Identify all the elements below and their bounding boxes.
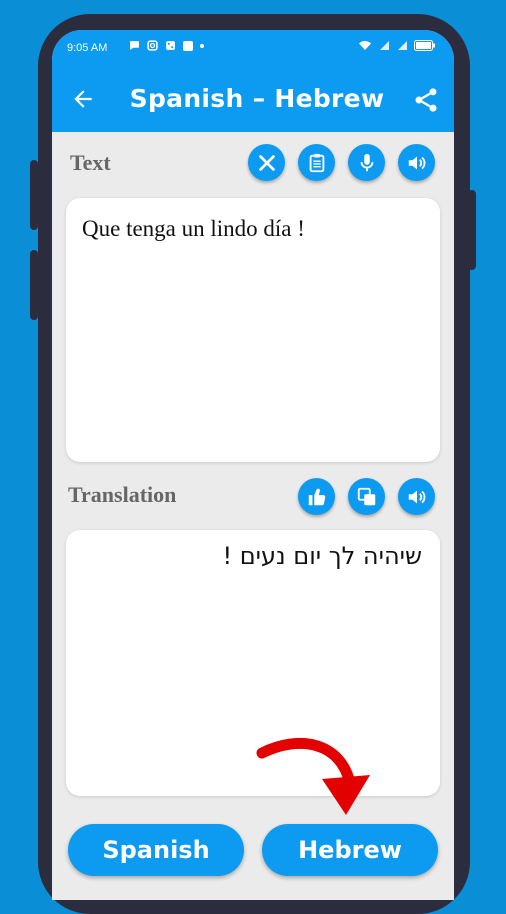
- paste-button[interactable]: [298, 144, 335, 181]
- signal-icon: [398, 41, 407, 50]
- source-language-button[interactable]: Spanish: [68, 824, 244, 876]
- instagram-icon: [147, 40, 158, 51]
- phone-side-button: [30, 250, 38, 320]
- clear-icon: [258, 154, 275, 171]
- clear-button[interactable]: [248, 144, 285, 181]
- wifi-icon: [359, 41, 371, 50]
- status-bar: 9:05 AM: [52, 30, 454, 68]
- page-title: Spanish – Hebrew: [129, 84, 385, 113]
- voice-input-button[interactable]: [348, 144, 385, 181]
- speaker-icon: [408, 156, 425, 169]
- share-icon[interactable]: [412, 86, 440, 114]
- source-section-label: Text: [70, 150, 111, 175]
- phone-side-button: [30, 160, 38, 230]
- back-arrow-icon[interactable]: [70, 86, 96, 112]
- source-text: Que tenga un lindo día !: [82, 216, 305, 241]
- status-time: 9:05 AM: [67, 42, 108, 54]
- source-text-area[interactable]: Que tenga un lindo día !: [66, 198, 440, 462]
- copy-icon: [357, 487, 375, 505]
- microphone-icon: [360, 153, 373, 171]
- clipboard-icon: [309, 153, 324, 172]
- translation-text: שיהיה לך יום נעים !: [222, 542, 422, 570]
- square-icon: [183, 40, 193, 51]
- phone-side-button: [468, 190, 476, 270]
- red-arrow-icon: [256, 737, 370, 815]
- translation-section-label: Translation: [68, 482, 177, 507]
- thumbs-up-icon: [308, 488, 325, 505]
- rate-button[interactable]: [298, 478, 335, 515]
- target-language-button[interactable]: Hebrew: [262, 824, 438, 876]
- app-bar: Spanish – Hebrew: [52, 68, 454, 132]
- chat-icon: [130, 41, 139, 50]
- speaker-icon: [408, 490, 425, 503]
- dice-icon: [166, 41, 175, 50]
- speak-translation-button[interactable]: [398, 478, 435, 515]
- system-icons: [358, 40, 436, 51]
- notification-icons: [129, 40, 204, 51]
- battery-icon: [414, 40, 435, 51]
- dot-icon: [200, 43, 204, 48]
- signal-icon: [380, 41, 389, 50]
- speak-source-button[interactable]: [398, 144, 435, 181]
- copy-button[interactable]: [348, 478, 385, 515]
